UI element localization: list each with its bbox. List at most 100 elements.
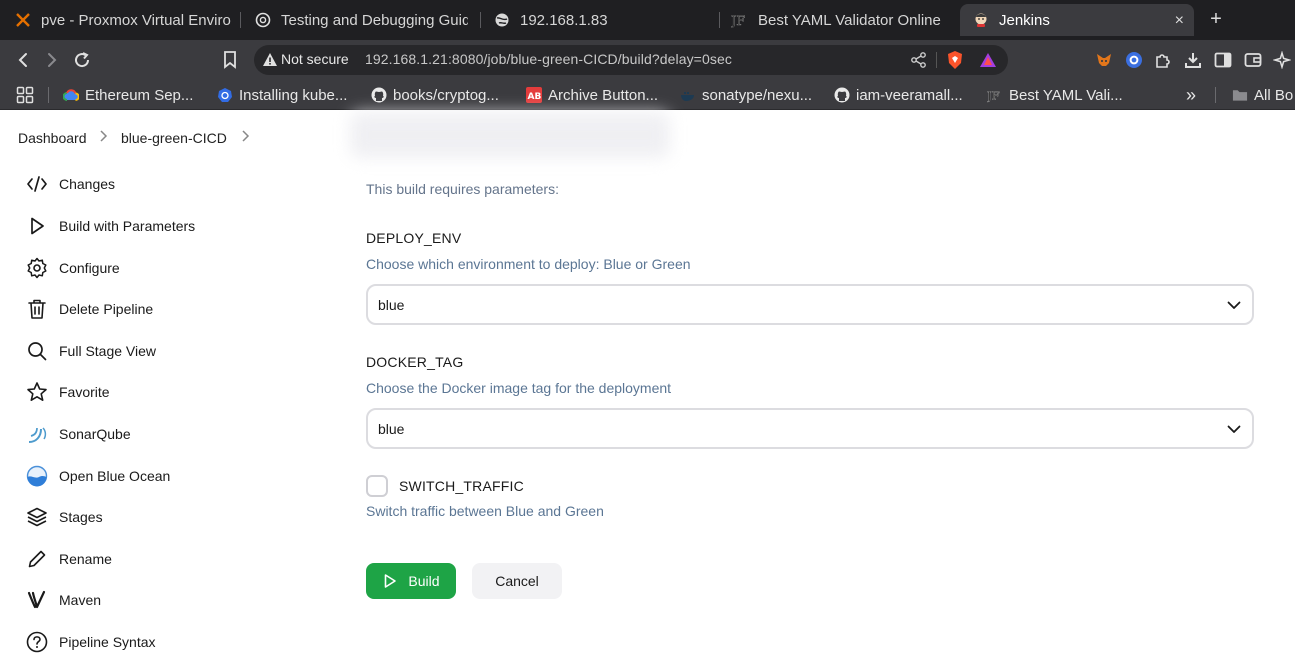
deploy-env-select[interactable]: blue (366, 284, 1254, 325)
brave-rewards-icon[interactable] (979, 51, 997, 74)
sidebar-toggle-icon[interactable] (1213, 50, 1233, 70)
maven-icon (24, 587, 50, 613)
search-icon (24, 338, 50, 364)
tab-divider (240, 12, 241, 28)
extension-blue-icon[interactable] (1124, 50, 1144, 70)
sidebar-item-build-with-parameters[interactable]: Build with Parameters (24, 212, 195, 240)
bookmark-label: Best YAML Vali... (1009, 86, 1123, 104)
new-tab-button[interactable]: + (1207, 8, 1225, 31)
sidebar-item-label: Open Blue Ocean (59, 468, 171, 484)
chevron-right-icon[interactable] (241, 129, 251, 146)
switch-traffic-description: Switch traffic between Blue and Green (366, 503, 604, 519)
puzzle-icon[interactable] (1153, 50, 1173, 70)
github-icon (371, 87, 387, 103)
bookmark-label: All Bo (1254, 86, 1294, 104)
sidebar-item-full-stage-view[interactable]: Full Stage View (24, 337, 156, 365)
bookmark-item[interactable]: Ethereum Sep... (63, 85, 193, 105)
wallet-icon[interactable] (1243, 50, 1263, 70)
sonarqube-icon (24, 421, 50, 447)
switch-traffic-checkbox[interactable] (366, 475, 388, 497)
proxmox-icon (14, 11, 32, 29)
trash-icon (24, 296, 50, 322)
share-icon[interactable] (910, 51, 928, 74)
download-icon[interactable] (1183, 50, 1203, 70)
sidebar-item-label: Configure (59, 260, 120, 276)
sidebar-item-stages[interactable]: Stages (24, 503, 103, 531)
security-label[interactable]: Not secure (281, 51, 349, 67)
forward-arrow-icon[interactable] (42, 50, 62, 70)
all-bookmarks-folder[interactable]: All Bo (1232, 85, 1293, 105)
sidebar-item-label: Maven (59, 592, 102, 608)
bookmark-item[interactable]: Installing kube... (217, 85, 347, 105)
requires-parameters-text: This build requires parameters: (366, 181, 559, 197)
cancel-button-label: Cancel (495, 573, 539, 589)
sidebar-item-label: Rename (59, 551, 112, 567)
docker-icon (680, 87, 696, 103)
browser-toolbar: Not secure 192.168.1.21:8080/job/blue-gr… (0, 40, 1295, 80)
metamask-icon[interactable] (1094, 50, 1114, 70)
google-cloud-icon (63, 87, 79, 103)
leo-ai-icon[interactable] (1272, 50, 1292, 70)
browser-tab-jenkins[interactable]: Jenkins × (960, 4, 1194, 36)
sidebar-item-rename[interactable]: Rename (24, 545, 112, 573)
chevron-down-icon (1226, 421, 1242, 437)
bookmark-item[interactable]: sonatype/nexu... (680, 85, 812, 105)
select-value: blue (378, 297, 405, 313)
breadcrumb-dashboard[interactable]: Dashboard (18, 130, 87, 146)
sidebar-item-favorite[interactable]: Favorite (24, 378, 110, 406)
brave-shield-icon[interactable] (946, 50, 964, 75)
sidebar-item-blue-ocean[interactable]: Open Blue Ocean (24, 462, 170, 490)
svg-text:JF: JF (731, 14, 745, 28)
help-icon (24, 629, 50, 654)
bookmark-item[interactable]: iam-veeramall... (834, 85, 963, 105)
browser-tab-proxmox[interactable]: pve - Proxmox Virtual Enviro (14, 4, 232, 36)
sidebar-item-changes[interactable]: Changes (24, 170, 115, 198)
bookmark-item[interactable]: books/cryptog... (371, 85, 499, 105)
sidebar-item-sonarqube[interactable]: SonarQube (24, 420, 131, 448)
jf-logo-icon: JF (731, 11, 749, 29)
bookmarks-divider (1215, 87, 1216, 103)
omnibox-divider (936, 52, 937, 68)
close-tab-button[interactable]: × (1175, 12, 1184, 30)
browser-tab-testing[interactable]: Testing and Debugging Guid (254, 4, 468, 36)
svg-text:JF: JF (987, 88, 1000, 102)
docker-tag-select[interactable]: blue (366, 408, 1254, 449)
bookmarks-divider (48, 87, 49, 103)
apps-grid-icon[interactable] (16, 85, 34, 105)
tab-title: pve - Proxmox Virtual Enviro (41, 11, 231, 29)
tab-title: Testing and Debugging Guid (281, 11, 468, 29)
bookmark-label: iam-veeramall... (856, 86, 963, 104)
address-bar[interactable]: Not secure 192.168.1.21:8080/job/blue-gr… (254, 45, 1008, 75)
bookmark-label: Archive Button... (548, 86, 659, 104)
bookmark-icon[interactable] (220, 50, 240, 70)
sidebar-item-label: Delete Pipeline (59, 301, 154, 317)
star-icon (24, 379, 50, 405)
param-name-deploy-env: DEPLOY_ENV (366, 230, 462, 246)
bookmark-item[interactable]: AB Archive Button... (526, 85, 658, 105)
breadcrumb-job[interactable]: blue-green-CICD (121, 130, 227, 146)
bookmark-item[interactable]: JF Best YAML Vali... (987, 85, 1123, 105)
build-button-label: Build (408, 573, 440, 589)
bookmarks-overflow-button[interactable]: » (1186, 85, 1196, 105)
sidebar-item-maven[interactable]: Maven (24, 586, 101, 614)
pencil-icon (24, 546, 50, 572)
github-icon (834, 87, 850, 103)
layers-icon (24, 504, 50, 530)
warning-icon[interactable] (262, 52, 278, 68)
switch-traffic-label[interactable]: SWITCH_TRAFFIC (399, 478, 524, 494)
cancel-button[interactable]: Cancel (472, 563, 562, 599)
chevron-right-icon (99, 129, 109, 146)
sidebar-item-configure[interactable]: Configure (24, 254, 120, 282)
browser-tab-yaml[interactable]: JF Best YAML Validator Online (731, 4, 951, 36)
url-text[interactable]: 192.168.1.21:8080/job/blue-green-CICD/bu… (365, 51, 732, 67)
sidebar-item-delete-pipeline[interactable]: Delete Pipeline (24, 295, 153, 323)
build-button[interactable]: Build (366, 563, 456, 599)
param-desc-docker-tag: Choose the Docker image tag for the depl… (366, 380, 672, 396)
browser-tab-ip[interactable]: 192.168.1.83 (493, 4, 713, 36)
back-arrow-icon[interactable] (13, 50, 33, 70)
bookmark-label: books/cryptog... (393, 86, 499, 104)
select-value: blue (378, 421, 405, 437)
tab-divider (719, 12, 720, 28)
sidebar-item-pipeline-syntax[interactable]: Pipeline Syntax (24, 628, 156, 654)
reload-icon[interactable] (72, 50, 92, 70)
